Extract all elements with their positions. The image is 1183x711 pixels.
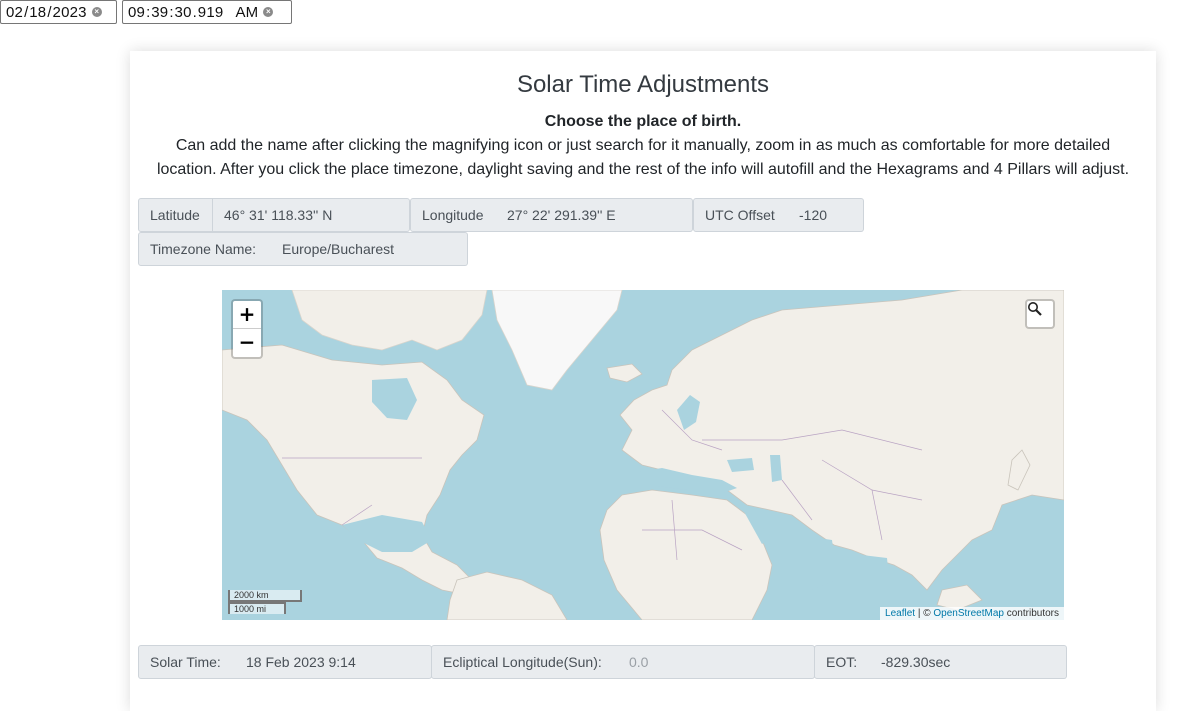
caspian-sea-water bbox=[770, 455, 782, 482]
timezone-field[interactable]: Europe/Bucharest bbox=[271, 232, 468, 266]
time-hour[interactable]: 09 bbox=[128, 4, 145, 21]
zoom-out-button[interactable]: − bbox=[233, 329, 261, 356]
arabian-sea-water bbox=[792, 535, 837, 590]
iceland-landmass bbox=[606, 363, 643, 383]
latitude-field[interactable]: 46° 31' 118.33'' N bbox=[213, 198, 410, 232]
eot-field[interactable]: -829.30sec bbox=[870, 645, 1067, 679]
time-minute[interactable]: 39 bbox=[151, 4, 168, 21]
solar-time-field[interactable]: 18 Feb 2023 9:14 bbox=[235, 645, 432, 679]
attribution-suffix: contributors bbox=[1003, 608, 1059, 619]
card-subtitle: Choose the place of birth. bbox=[544, 113, 742, 130]
ecliptic-longitude-field[interactable]: 0.0 bbox=[618, 645, 815, 679]
utc-offset-label: UTC Offset bbox=[693, 198, 789, 232]
greenland-landmass bbox=[491, 290, 623, 391]
date-separator: / bbox=[24, 3, 29, 21]
clear-time-icon[interactable]: × bbox=[263, 7, 274, 17]
attribution-separator: | © bbox=[915, 608, 934, 619]
world-map[interactable]: + − 2000 km 1000 mi Leaflet | © OpenStre… bbox=[222, 290, 1064, 620]
time-separator: : bbox=[169, 3, 174, 21]
leaflet-link[interactable]: Leaflet bbox=[885, 608, 915, 619]
magnifier-icon bbox=[1028, 302, 1042, 316]
solar-time-label: Solar Time: bbox=[138, 645, 236, 679]
map-attribution: Leaflet | © OpenStreetMap contributors bbox=[880, 607, 1064, 620]
date-separator: / bbox=[47, 3, 52, 21]
clear-date-icon[interactable]: × bbox=[91, 7, 102, 17]
osm-link[interactable]: OpenStreetMap bbox=[933, 608, 1004, 619]
time-separator: . bbox=[192, 3, 197, 21]
time-ms[interactable]: 919 bbox=[198, 4, 224, 21]
map-search-button[interactable] bbox=[1025, 299, 1055, 329]
bay-of-bengal-water bbox=[862, 555, 890, 590]
timezone-label: Timezone Name: bbox=[138, 232, 272, 266]
map-scale: 2000 km 1000 mi bbox=[228, 590, 302, 614]
zoom-in-button[interactable]: + bbox=[233, 301, 261, 329]
time-separator: : bbox=[146, 3, 151, 21]
time-ampm[interactable]: AM bbox=[235, 4, 258, 21]
arctic-islands-landmass bbox=[291, 290, 488, 351]
solar-time-card: Solar Time Adjustments Choose the place … bbox=[130, 51, 1156, 711]
longitude-field[interactable]: 27° 22' 291.39'' E bbox=[496, 198, 693, 232]
card-description: Can add the name after clicking the magn… bbox=[156, 137, 1130, 178]
date-month[interactable]: 02 bbox=[6, 4, 23, 21]
eot-label: EOT: bbox=[814, 645, 871, 679]
latitude-label: Latitude bbox=[138, 198, 213, 232]
north-america-landmass bbox=[222, 344, 485, 596]
longitude-label: Longitude bbox=[410, 198, 497, 232]
scale-mi: 1000 mi bbox=[228, 602, 286, 614]
scale-km: 2000 km bbox=[228, 590, 302, 602]
south-america-landmass bbox=[446, 571, 568, 620]
zoom-control: + − bbox=[231, 299, 263, 359]
date-year[interactable]: 2023 bbox=[53, 4, 87, 21]
date-input[interactable]: 02 / 18 / 2023 × bbox=[0, 0, 117, 24]
map-tiles bbox=[222, 290, 1064, 620]
utc-offset-field[interactable]: -120 bbox=[788, 198, 864, 232]
time-input[interactable]: 09 : 39 : 30 . 919 AM × bbox=[122, 0, 292, 24]
ecliptic-longitude-label: Ecliptical Longitude(Sun): bbox=[431, 645, 619, 679]
card-title: Solar Time Adjustments bbox=[516, 71, 770, 98]
date-day[interactable]: 18 bbox=[29, 4, 46, 21]
time-second[interactable]: 30 bbox=[175, 4, 192, 21]
